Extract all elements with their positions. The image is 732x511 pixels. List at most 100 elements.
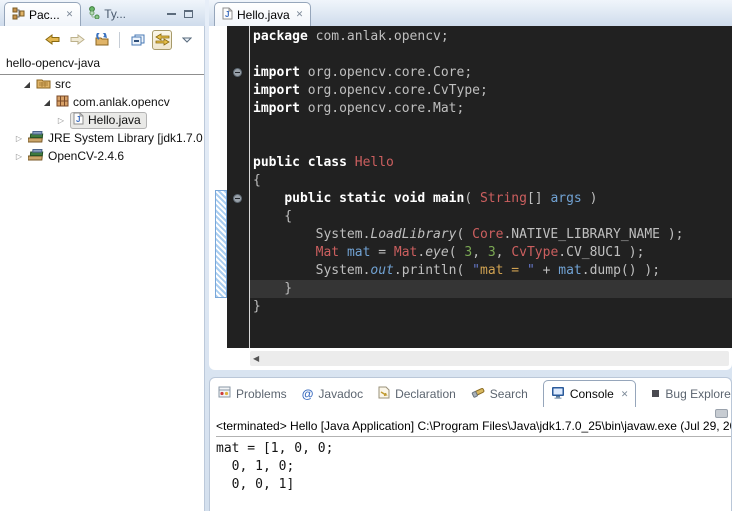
package-explorer-icon [12, 7, 25, 23]
console-output: mat = [1, 0, 0; 0, 1, 0; 0, 0, 1] [216, 440, 731, 494]
fold-minus-icon[interactable] [233, 68, 242, 77]
package-icon [56, 95, 69, 110]
code-line: { [253, 208, 732, 226]
package-explorer-toolbar [0, 26, 204, 53]
expanded-arrow-icon[interactable]: ◢ [42, 98, 52, 107]
tab-label: Pac... [29, 8, 60, 22]
code-line [253, 136, 732, 154]
tree-item-label: src [55, 77, 71, 91]
bug-icon [651, 387, 660, 401]
tab-label: Problems [236, 387, 287, 401]
editor-area: J Hello.java ✕ package com.anlak.opencv;… [209, 0, 732, 370]
code-line: } [250, 280, 732, 298]
code-line: public class Hello [253, 154, 732, 172]
code-line: public static void main( String[] args ) [253, 190, 732, 208]
bottom-tabbar: Problems @ Javadoc Declaration Search [210, 378, 731, 407]
forward-button[interactable] [67, 30, 87, 50]
code-line: import org.opencv.core.Core; [253, 64, 732, 82]
fold-minus-icon[interactable] [233, 194, 242, 203]
maximize-icon[interactable] [184, 10, 193, 18]
tab-problems[interactable]: Problems [218, 380, 287, 407]
tab-bug-explorer[interactable]: Bug Explorer [651, 380, 731, 407]
tree-item-package[interactable]: ◢ com.anlak.opencv [0, 93, 204, 111]
editor-tab-hello-java[interactable]: J Hello.java ✕ [214, 2, 311, 26]
scroll-left-icon[interactable]: ◀ [250, 354, 259, 363]
editor-tab-label: Hello.java [237, 8, 290, 22]
tab-console[interactable]: Console ✕ [543, 380, 637, 407]
console-toolbar-icon[interactable] [715, 409, 728, 418]
tree-item-label: OpenCV-2.4.6 [48, 149, 124, 163]
tree-item-src[interactable]: ◢ src [0, 75, 204, 93]
tab-label: Bug Explorer [665, 387, 731, 401]
collapse-all-button[interactable] [127, 30, 147, 50]
folder-icon [36, 77, 51, 92]
view-menu-icon [182, 37, 192, 43]
tree-item-hello-java[interactable]: ▷ J Hello.java [0, 111, 204, 129]
view-menu-button[interactable] [177, 30, 197, 50]
tab-javadoc[interactable]: @ Javadoc [302, 380, 363, 407]
tab-declaration[interactable]: Declaration [378, 380, 456, 407]
toolbar-separator [119, 32, 120, 48]
tree-item-label: Hello.java [88, 113, 141, 127]
console-output-line: 0, 0, 1] [216, 476, 731, 494]
javadoc-icon: @ [302, 388, 314, 400]
link-with-editor-button[interactable] [152, 30, 172, 50]
left-panel-tabbar: Pac... ✕ Ty... [0, 0, 205, 26]
code-line: package com.anlak.opencv; [253, 28, 732, 46]
console-process-label: <terminated> Hello [Java Application] C:… [216, 419, 731, 437]
code-line: import org.opencv.core.Mat; [253, 100, 732, 118]
close-icon[interactable]: ✕ [294, 9, 304, 20]
code-line [253, 46, 732, 64]
tab-label: Search [490, 387, 528, 401]
code-text[interactable]: package com.anlak.opencv; import org.ope… [250, 26, 732, 348]
code-line [253, 118, 732, 136]
code-editor[interactable]: package com.anlak.opencv; import org.ope… [209, 26, 732, 348]
panel-window-controls [167, 10, 205, 26]
minimize-icon[interactable] [167, 13, 176, 16]
library-icon [28, 131, 44, 146]
code-line: System.out.println( "mat = " + mat.dump(… [253, 262, 732, 280]
search-icon [471, 386, 485, 402]
tab-search[interactable]: Search [471, 380, 528, 407]
collapsed-arrow-icon[interactable]: ▷ [56, 116, 66, 125]
problems-icon [218, 386, 231, 401]
tab-package-explorer[interactable]: Pac... ✕ [4, 2, 81, 26]
collapsed-arrow-icon[interactable]: ▷ [14, 152, 24, 161]
back-button[interactable] [42, 30, 62, 50]
code-line: System.LoadLibrary( Core.NATIVE_LIBRARY_… [253, 226, 732, 244]
close-icon[interactable]: ✕ [619, 389, 629, 400]
eclipse-workbench: Pac... ✕ Ty... [0, 0, 732, 511]
close-icon[interactable]: ✕ [64, 9, 74, 20]
tree-item-opencv-library[interactable]: ▷ OpenCV-2.4.6 [0, 147, 204, 165]
tab-type-hierarchy[interactable]: Ty... [81, 2, 133, 26]
console-icon [551, 386, 565, 402]
code-line: } [253, 298, 732, 316]
tab-label: Console [570, 387, 614, 401]
fold-gutter [227, 26, 249, 348]
svg-text:J: J [76, 115, 80, 124]
tree-item-project[interactable]: hello-opencv-java [0, 53, 204, 75]
expanded-arrow-icon[interactable]: ◢ [22, 80, 32, 89]
editor-tabbar: J Hello.java ✕ [209, 0, 732, 26]
type-hierarchy-icon [88, 6, 100, 22]
code-line: Mat mat = Mat.eye( 3, 3, CvType.CV_8UC1 … [253, 244, 732, 262]
tree-item-jre-library[interactable]: ▷ JRE System Library [jdk1.7.0 [0, 129, 204, 147]
code-line: import org.opencv.core.CvType; [253, 82, 732, 100]
forward-icon [70, 33, 85, 46]
project-tree: hello-opencv-java ◢ src ◢ com.anlak.open… [0, 53, 204, 165]
package-explorer-panel: hello-opencv-java ◢ src ◢ com.anlak.open… [0, 26, 205, 511]
link-with-editor-icon [155, 33, 170, 46]
bottom-view-panel: Problems @ Javadoc Declaration Search [209, 377, 732, 511]
console-output-line: mat = [1, 0, 0; [216, 440, 731, 458]
collapsed-arrow-icon[interactable]: ▷ [14, 134, 24, 143]
up-icon [94, 33, 110, 47]
collapse-all-icon [130, 33, 145, 47]
code-line: { [253, 172, 732, 190]
java-file-icon: J [73, 112, 84, 128]
console-view: <terminated> Hello [Java Application] C:… [210, 407, 731, 494]
tab-label: Javadoc [318, 387, 363, 401]
tree-item-label: JRE System Library [jdk1.7.0 [48, 131, 203, 145]
up-button[interactable] [92, 30, 112, 50]
horizontal-scrollbar[interactable]: ◀ [250, 351, 729, 366]
declaration-icon [378, 386, 390, 402]
